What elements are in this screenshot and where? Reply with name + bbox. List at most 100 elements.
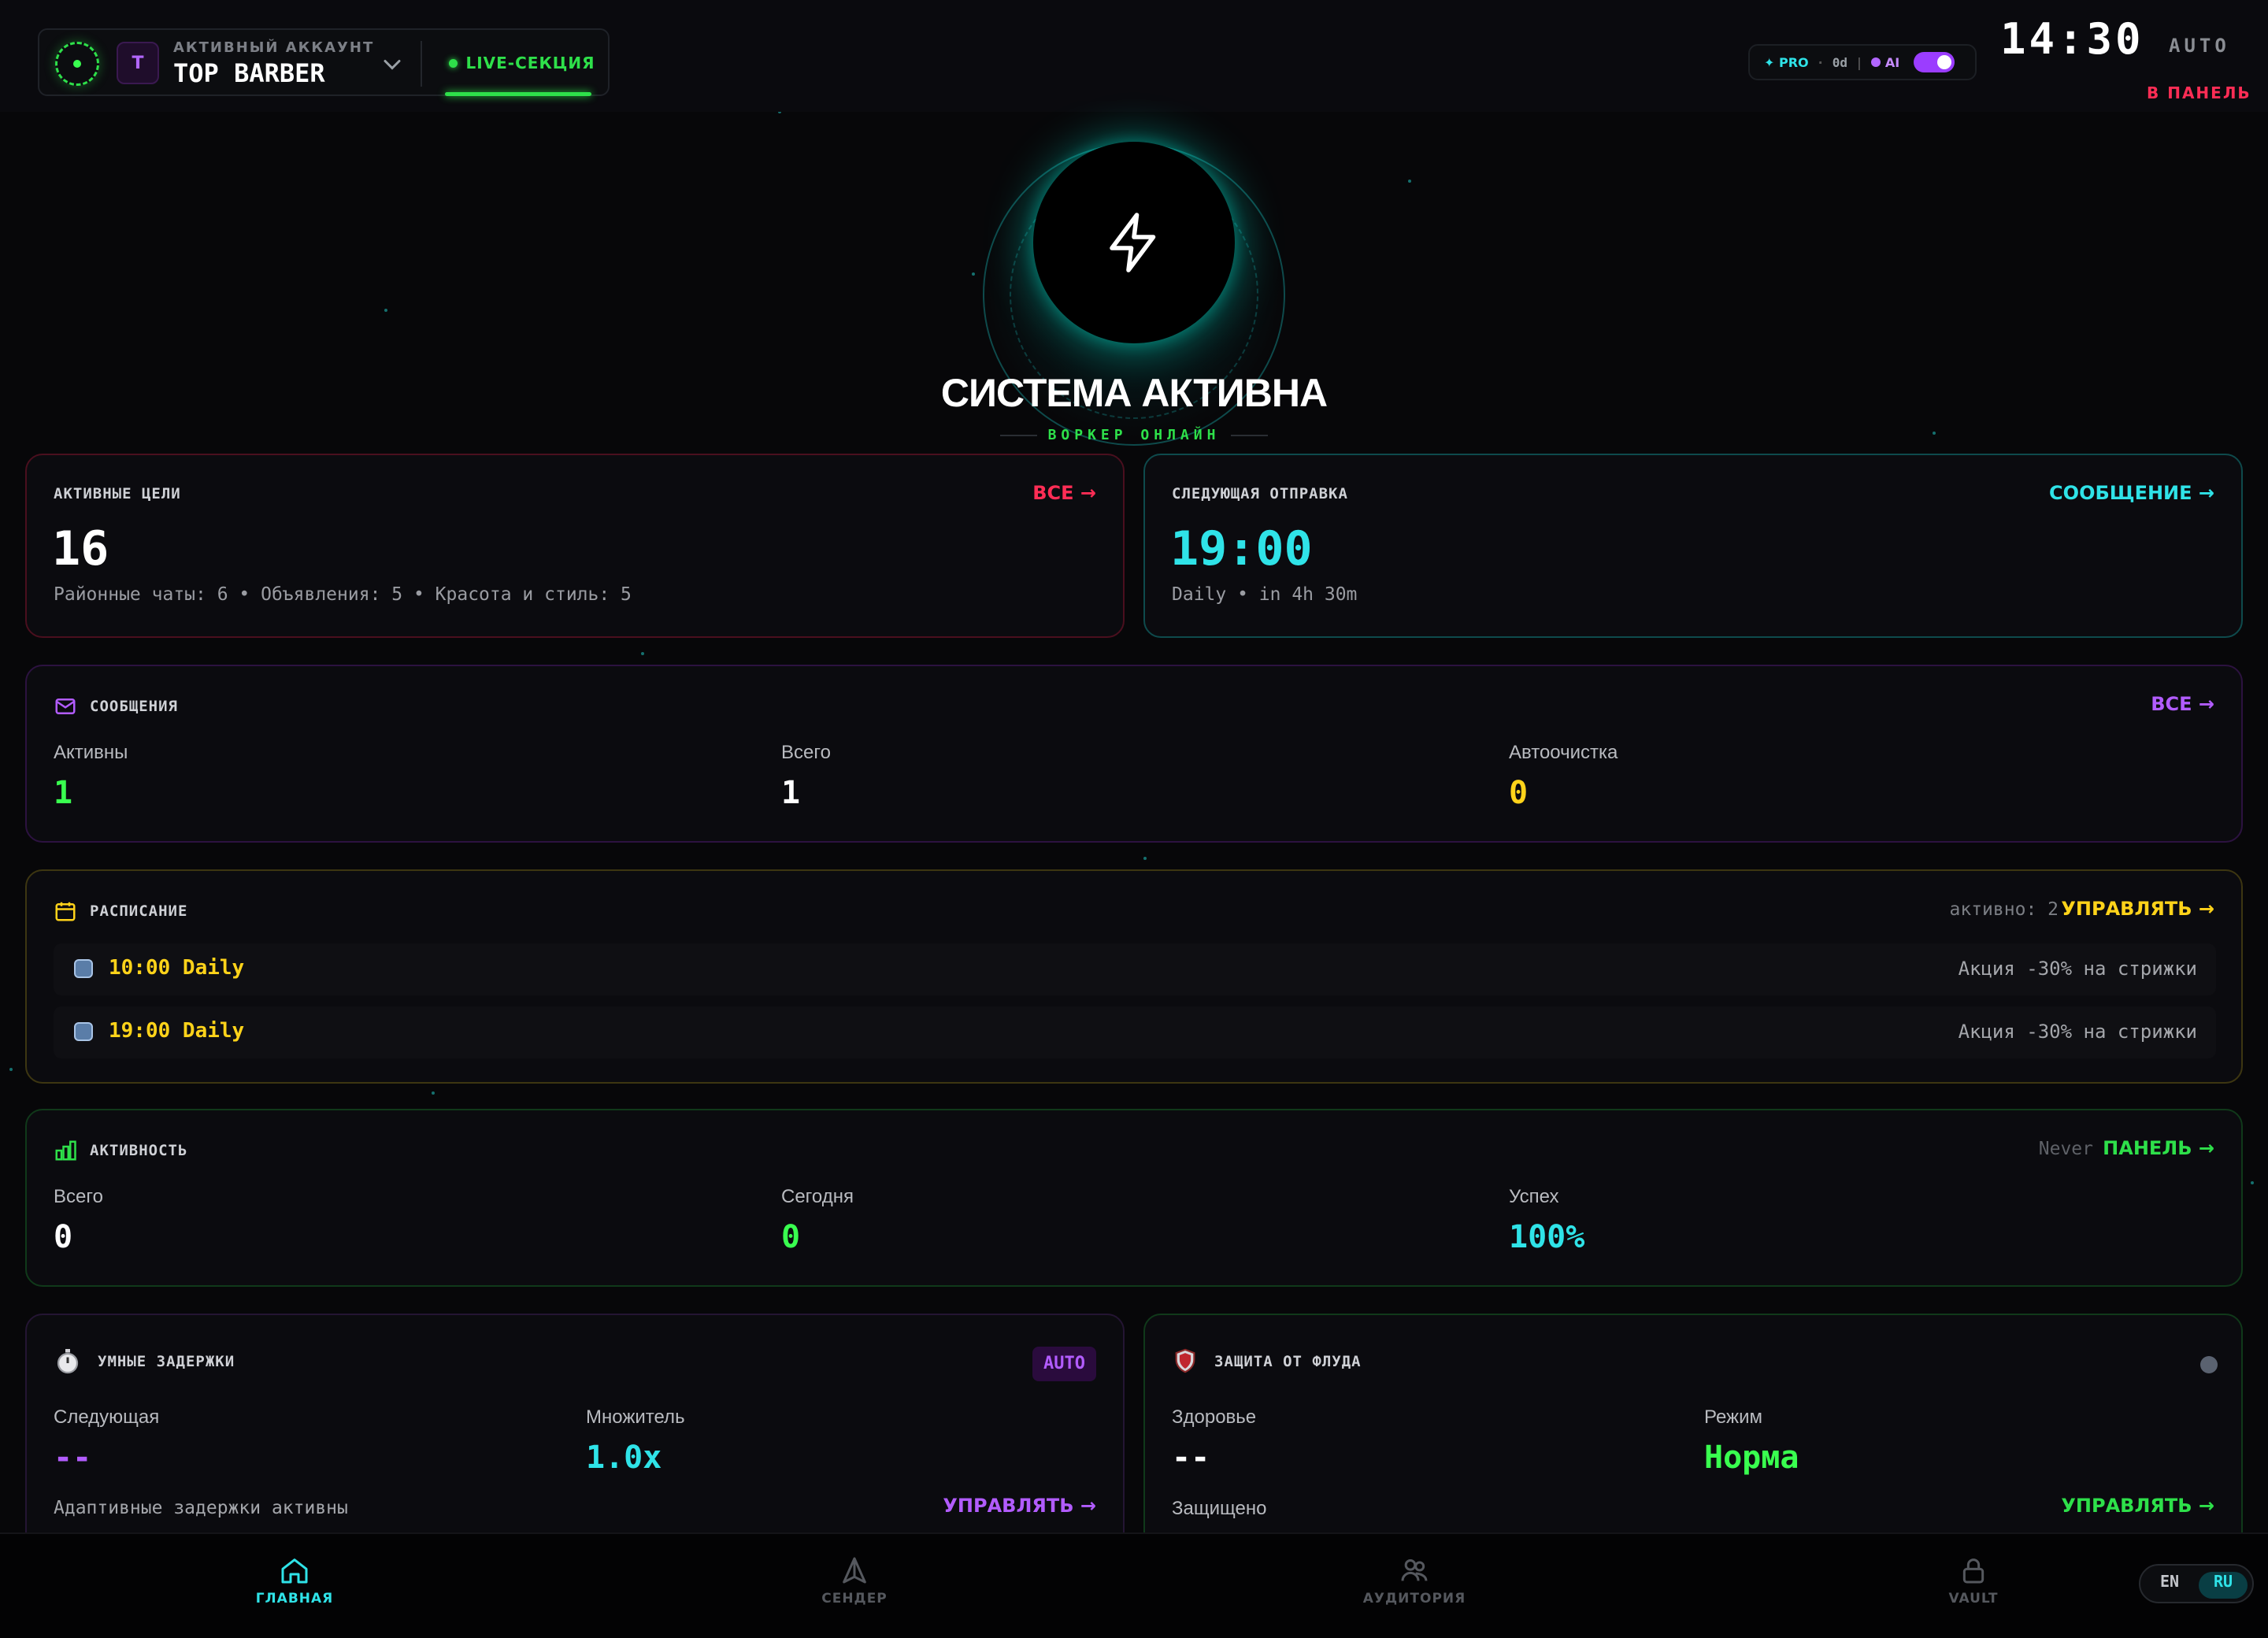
schedule-time: 10:00 Daily — [109, 956, 245, 980]
background-spark — [384, 309, 387, 312]
card-title: УМНЫЕ ЗАДЕРЖКИ — [98, 1353, 235, 1370]
background-spark — [432, 1091, 435, 1095]
nav-label: VAULT — [1948, 1591, 1999, 1606]
schedule-active-count: активно: 2 — [1949, 899, 2059, 920]
next-send-card[interactable]: СЛЕДУЮЩАЯ ОТПРАВКА СООБЩЕНИЕ → 19:00 Dai… — [1143, 454, 2243, 638]
plan-days: 0d — [1832, 54, 1847, 70]
active-tab-indicator — [445, 92, 591, 96]
schedule-time: 19:00 Daily — [109, 1019, 245, 1043]
lang-en-option[interactable]: EN — [2150, 1572, 2189, 1599]
all-messages-link[interactable]: ВСЕ → — [2151, 693, 2214, 715]
lightning-icon — [1110, 213, 1156, 272]
background-spark — [1933, 432, 1936, 435]
manage-delays-link[interactable]: УПРАВЛЯТЬ → — [943, 1495, 1096, 1517]
clock: 14:30 — [2000, 14, 2144, 64]
schedule-message: Акция -30% на стрижки — [1958, 1021, 2197, 1043]
tab-live-section[interactable]: LIVE-СЕКЦИЯ — [445, 30, 599, 96]
nav-label: СЕНДЕР — [821, 1591, 888, 1606]
card-title: СООБЩЕНИЯ — [90, 698, 178, 715]
account-switcher[interactable]: T АКТИВНЫЙ АККАУНТ TOP BARBER LIVE-СЕКЦИ… — [38, 28, 610, 96]
stat-value: 100% — [1509, 1219, 1585, 1255]
active-targets-card[interactable]: АКТИВНЫЕ ЦЕЛИ ВСЕ → 16 Районные чаты: 6 … — [25, 454, 1125, 638]
activity-card[interactable]: АКТИВНОСТЬ Never ПАНЕЛЬ → Всего 0 Сегодн… — [25, 1109, 2243, 1287]
stat-label: Здоровье — [1172, 1406, 1257, 1428]
flood-protection-card[interactable]: ЗАЩИТА ОТ ФЛУДА Здоровье -- Режим Норма … — [1143, 1314, 2243, 1550]
last-activity: Never — [2038, 1139, 2093, 1159]
account-avatar: T — [117, 42, 159, 84]
stat-label: Множитель — [586, 1406, 685, 1428]
chevron-down-icon[interactable] — [378, 50, 406, 79]
targets-count: 16 — [52, 521, 109, 576]
manage-flood-link[interactable]: УПРАВЛЯТЬ → — [2061, 1495, 2214, 1517]
ai-label: AI — [1884, 54, 1900, 70]
calendar-icon — [55, 902, 76, 921]
stat-value: 1.0x — [586, 1440, 662, 1476]
stat-value: 0 — [54, 1219, 73, 1255]
ai-toggle[interactable] — [1914, 52, 1955, 72]
stat-label: Активны — [54, 742, 128, 763]
stat-label: Успех — [1509, 1186, 1559, 1207]
divider — [421, 41, 422, 87]
stat-label: Всего — [54, 1186, 103, 1207]
delays-footer: Адаптивные задержки активны — [54, 1498, 348, 1518]
bar-chart-icon — [55, 1140, 76, 1161]
repeat-icon — [74, 959, 93, 978]
background-spark — [1143, 857, 1147, 860]
message-link[interactable]: СООБЩЕНИЕ → — [2049, 482, 2214, 504]
stat-value: Норма — [1704, 1440, 1799, 1476]
plan-status-pill: ✦ PRO · 0d | AI — [1748, 44, 1977, 80]
background-spark — [972, 272, 975, 276]
smart-delays-card[interactable]: УМНЫЕ ЗАДЕРЖКИ AUTO Следующая -- Множите… — [25, 1314, 1125, 1550]
card-title: АКТИВНЫЕ ЦЕЛИ — [54, 485, 181, 502]
schedule-row[interactable]: 10:00 Daily Акция -30% на стрижки — [54, 943, 2216, 995]
system-status-orb[interactable] — [1033, 142, 1235, 343]
nav-item-vault[interactable]: VAULT — [1871, 1555, 2076, 1606]
system-status-title: СИСТЕМА АКТИВНА — [940, 371, 1328, 415]
card-title: СЛЕДУЮЩАЯ ОТПРАВКА — [1172, 485, 1348, 502]
all-targets-link[interactable]: ВСЕ → — [1032, 482, 1096, 504]
top-bar: T АКТИВНЫЙ АККАУНТ TOP BARBER LIVE-СЕКЦИ… — [0, 0, 2268, 112]
messages-card[interactable]: СООБЩЕНИЯ ВСЕ → Активны 1 Всего 1 Автооч… — [25, 665, 2243, 843]
schedule-row[interactable]: 19:00 Daily Акция -30% на стрижки — [54, 1006, 2216, 1058]
plan-badge: ✦ PRO — [1764, 54, 1809, 70]
worker-status-label: ВОРКЕР ОНЛАЙН — [1047, 427, 1221, 443]
bottom-navigation: ГЛАВНАЯ СЕНДЕР АУДИТОРИЯ VAULT EN RU — [0, 1532, 2268, 1638]
live-tab-label: LIVE-СЕКЦИЯ — [465, 54, 595, 72]
background-spark — [9, 1068, 13, 1071]
to-panel-link[interactable]: В ПАНЕЛЬ — [2147, 83, 2251, 102]
background-spark — [641, 652, 644, 655]
stat-label: Режим — [1704, 1406, 1762, 1428]
lang-ru-option[interactable]: RU — [2199, 1572, 2248, 1599]
stat-label: Сегодня — [781, 1186, 854, 1207]
background-spark — [2251, 1181, 2254, 1184]
mode-label: AUTO — [2169, 35, 2230, 57]
background-spark — [1408, 180, 1411, 183]
shield-icon — [1175, 1348, 1195, 1373]
targets-breakdown: Районные чаты: 6 • Объявления: 5 • Красо… — [54, 584, 632, 605]
repeat-icon — [74, 1022, 93, 1041]
users-icon — [1401, 1559, 1428, 1581]
card-title: ЗАЩИТА ОТ ФЛУДА — [1214, 1353, 1362, 1370]
nav-label: АУДИТОРИЯ — [1362, 1591, 1466, 1606]
card-title: АКТИВНОСТЬ — [90, 1142, 188, 1159]
stat-value: 1 — [781, 775, 801, 811]
lock-icon — [1962, 1558, 1984, 1584]
activity-panel-link[interactable]: ПАНЕЛЬ → — [2103, 1137, 2214, 1159]
stat-label: Следующая — [54, 1406, 160, 1428]
nav-item-audience[interactable]: АУДИТОРИЯ — [1312, 1555, 1517, 1606]
home-icon — [281, 1558, 308, 1584]
status-ring-icon — [55, 42, 99, 86]
schedule-card[interactable]: РАСПИСАНИЕ активно: 2 УПРАВЛЯТЬ → 10:00 … — [25, 869, 2243, 1084]
stat-value: 1 — [54, 775, 73, 811]
nav-item-home[interactable]: ГЛАВНАЯ — [192, 1555, 397, 1606]
ai-dot-icon — [1870, 57, 1881, 67]
flood-footer: Защищено — [1172, 1498, 1267, 1519]
mail-icon — [55, 699, 76, 714]
manage-schedule-link[interactable]: УПРАВЛЯТЬ → — [2061, 898, 2214, 920]
worker-status: ВОРКЕР ОНЛАЙН — [1000, 427, 1269, 443]
account-kicker: АКТИВНЫЙ АККАУНТ — [173, 39, 375, 56]
status-dot-icon — [2200, 1356, 2218, 1373]
nav-item-sender[interactable]: СЕНДЕР — [752, 1555, 957, 1606]
stat-label: Всего — [781, 742, 831, 763]
schedule-message: Акция -30% на стрижки — [1958, 958, 2197, 980]
